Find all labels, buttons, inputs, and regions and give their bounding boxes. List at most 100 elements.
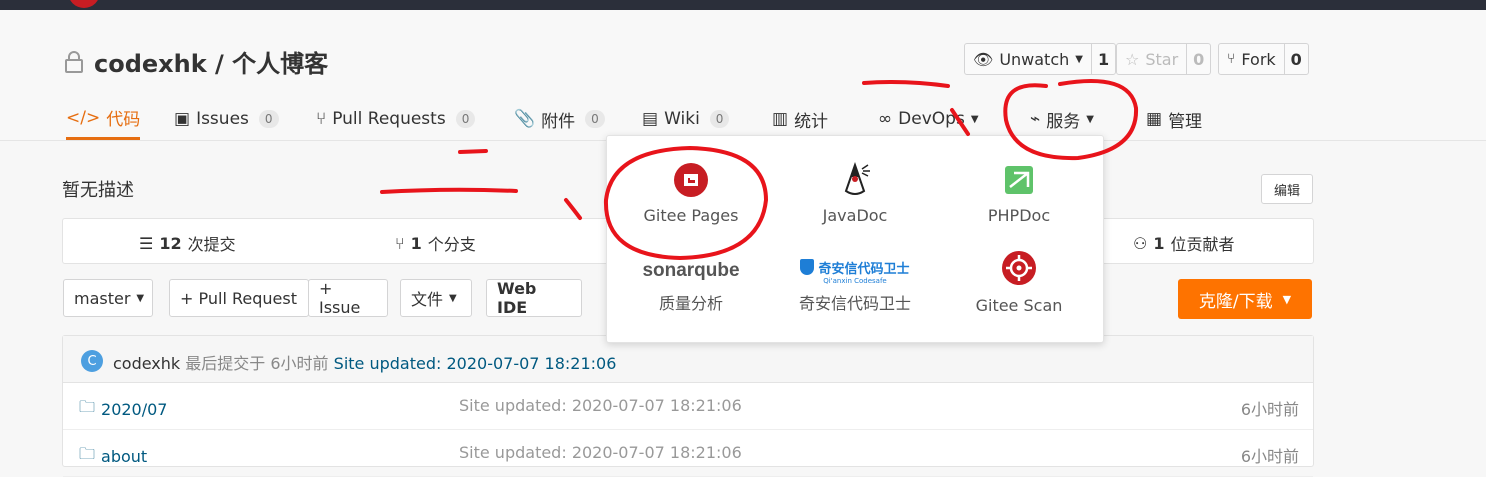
new-pull-request-button[interactable]: + Pull Request (169, 279, 309, 317)
sonarqube-logo-text: sonarqube (642, 260, 740, 281)
menu-item-javadoc[interactable]: JavaDoc (775, 158, 935, 225)
pull-request-icon: ⑂ (316, 109, 327, 129)
branches-stat[interactable]: ⑂ 1 个分支 (395, 231, 476, 255)
tab-code[interactable]: </> 代码 (66, 98, 141, 140)
tab-pull-requests[interactable]: ⑂ Pull Requests 0 (316, 98, 476, 140)
gitee-scan-icon (1002, 251, 1036, 285)
tab-label: Issues (196, 109, 249, 129)
file-commit-message[interactable]: Site updated: 2020-07-07 18:21:06 (459, 443, 742, 462)
commits-stat[interactable]: ☰ 12 次提交 (139, 231, 236, 255)
commits-count: 12 (159, 233, 182, 253)
attachments-count-badge: 0 (585, 110, 605, 128)
contributors-count: 1 (1153, 233, 1165, 253)
fork-button[interactable]: ⑂ Fork 0 (1218, 43, 1309, 75)
file-time: 6小时前 (1240, 447, 1299, 466)
star-count[interactable]: 0 (1187, 50, 1210, 69)
menu-item-qianxin-codesafe[interactable]: 奇安信代码卫士 Qi'anxin Codesafe 奇安信代码卫士 (775, 254, 935, 314)
caret-down-icon: ▼ (1075, 53, 1083, 65)
caret-down-icon: ▼ (970, 113, 979, 125)
qianxin-logo-text: 奇安信代码卫士 (818, 261, 910, 277)
tab-attachments[interactable]: 📎 附件 0 (514, 98, 605, 140)
menu-item-label: Gitee Scan (975, 296, 1063, 315)
phpdoc-icon (1005, 166, 1033, 194)
gitee-logo[interactable] (68, 0, 100, 8)
latest-commit-info: codexhk 最后提交于 6小时前 Site updated: 2020-07… (113, 350, 616, 374)
contributors-stat[interactable]: ⚇ 1 位贡献者 (1133, 231, 1235, 255)
clone-download-button[interactable]: 克隆/下载 ▼ (1178, 279, 1312, 319)
branches-label: 个分支 (427, 235, 476, 254)
bar-chart-icon: ▥ (772, 109, 789, 129)
repo-header: codexhk / 个人博客 👁 Unwatch ▼ 1 ☆ Star 0 ⑂ Fork 0 … (0, 10, 1486, 141)
lock-icon (65, 50, 83, 73)
star-label: Star (1145, 49, 1179, 69)
settings-doc-icon: ▦ (1146, 109, 1163, 129)
watch-count[interactable]: 1 (1092, 50, 1115, 69)
watch-button[interactable]: 👁 Unwatch ▼ 1 (964, 43, 1117, 75)
star-icon: ☆ (1125, 49, 1140, 69)
fork-label: Fork (1241, 49, 1276, 69)
file-commit-message[interactable]: Site updated: 2020-07-07 18:21:06 (459, 396, 742, 415)
issues-icon: ▣ (174, 109, 191, 129)
caret-down-icon: ▼ (136, 292, 145, 304)
eye-icon: 👁 (973, 49, 994, 69)
menu-item-sonarqube[interactable]: sonarqube 质量分析 (611, 254, 771, 314)
folder-icon: 🗀 (79, 444, 96, 463)
annotation-stroke-5 (564, 198, 582, 220)
annotation-stroke-3 (458, 149, 488, 154)
tab-devops[interactable]: ∞ DevOps ▼ (878, 98, 979, 140)
tab-label: 统计 (794, 111, 829, 132)
menu-item-gitee-pages[interactable]: Gitee Pages (611, 158, 771, 225)
qianxin-codesafe-icon: 奇安信代码卫士 Qi'anxin Codesafe (775, 254, 935, 288)
repo-description: 暂无描述 (62, 180, 134, 201)
tab-services[interactable]: ⌁ 服务 ▼ (1030, 98, 1094, 140)
folder-name[interactable]: about (101, 447, 147, 466)
commit-message[interactable]: Site updated: 2020-07-07 18:21:06 (334, 354, 617, 373)
menu-item-label: PHPDoc (987, 206, 1051, 225)
tab-issues[interactable]: ▣ Issues 0 (174, 98, 279, 140)
commit-log-icon: ☰ (139, 233, 154, 253)
menu-item-label: Gitee Pages (643, 206, 739, 225)
new-issue-button[interactable]: + Issue (308, 279, 388, 317)
files-label: 文件 (411, 290, 444, 309)
clone-label: 克隆/下载 (1198, 291, 1273, 312)
table-row[interactable]: 🗀 about Site updated: 2020-07-07 18:21:06… (63, 430, 1313, 477)
file-name[interactable]: 🗀 2020/07 (79, 396, 167, 423)
pulse-icon: ⌁ (1030, 109, 1041, 129)
code-icon: </> (66, 107, 101, 128)
menu-item-label: 奇安信代码卫士 (798, 294, 911, 313)
branch-select[interactable]: master ▼ (63, 279, 153, 317)
commits-label: 次提交 (187, 235, 236, 254)
file-name[interactable]: 🗀 about (79, 443, 147, 470)
commit-meta: 最后提交于 6小时前 (185, 354, 329, 373)
tab-label: Pull Requests (332, 109, 446, 129)
menu-item-gitee-scan[interactable]: Gitee Scan (939, 246, 1099, 315)
qianxin-logo-subtext: Qi'anxin Codesafe (823, 276, 887, 285)
table-row[interactable]: 🗀 2020/07 Site updated: 2020-07-07 18:21:… (63, 383, 1313, 430)
tab-wiki[interactable]: ▤ Wiki 0 (642, 98, 730, 140)
folder-name[interactable]: 2020/07 (101, 400, 167, 419)
menu-item-phpdoc[interactable]: PHPDoc (939, 158, 1099, 225)
watch-label: Unwatch (999, 49, 1070, 69)
tab-stats[interactable]: ▥ 统计 (772, 98, 828, 140)
files-menu-button[interactable]: 文件 ▼ (400, 279, 472, 317)
edit-description-button[interactable]: 编辑 (1261, 174, 1313, 204)
fork-icon: ⑂ (1227, 51, 1236, 67)
tab-label: DevOps (898, 109, 965, 129)
wiki-count-badge: 0 (709, 110, 730, 128)
annotation-stroke-4 (380, 187, 518, 194)
commit-author[interactable]: codexhk (113, 354, 180, 373)
tab-label: 代码 (106, 110, 141, 130)
tab-manage[interactable]: ▦ 管理 (1146, 98, 1202, 140)
menu-item-label: JavaDoc (822, 206, 888, 225)
gitee-pages-icon (674, 163, 708, 197)
caret-down-icon: ▼ (1282, 292, 1292, 306)
fork-count[interactable]: 0 (1285, 50, 1308, 69)
star-button[interactable]: ☆ Star 0 (1116, 43, 1212, 75)
infinity-icon: ∞ (878, 109, 893, 129)
avatar[interactable]: C (81, 350, 103, 372)
web-ide-button[interactable]: Web IDE (486, 279, 582, 317)
repo-title: codexhk / 个人博客 (64, 44, 328, 79)
branches-count: 1 (410, 233, 422, 253)
file-time: 6小时前 (1240, 400, 1299, 419)
repo-name[interactable]: codexhk / 个人博客 (94, 44, 328, 79)
